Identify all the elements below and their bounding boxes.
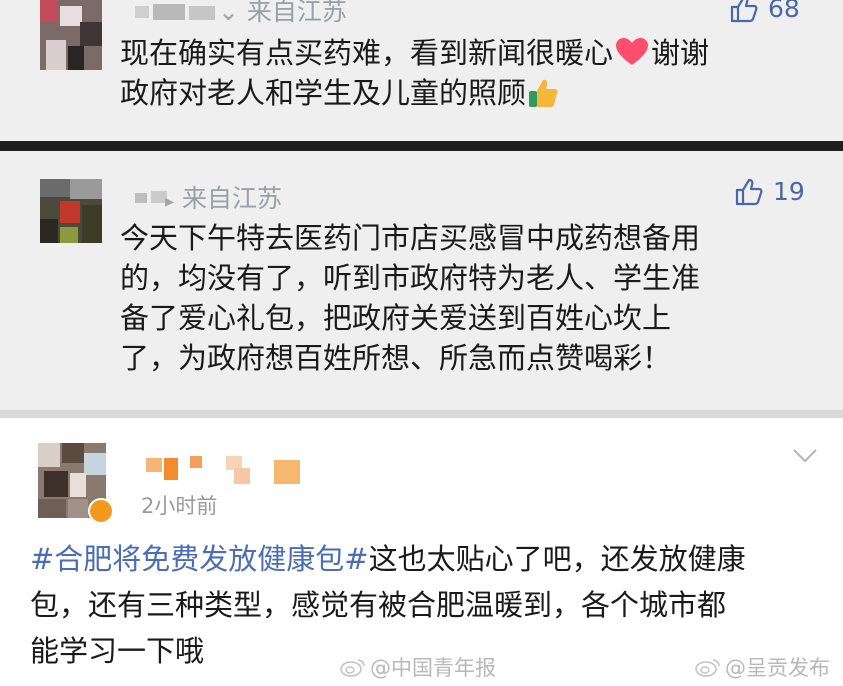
weibo-logo-icon (695, 659, 720, 677)
location-text: 来自江苏 (182, 184, 283, 213)
location-meta: ⌄ 来自江苏 (218, 0, 347, 28)
comment-card-1: ⌄ 来自江苏 68 现在确实有点买药难，看到新闻很暖心 谢谢 政府对老人和学生及儿… (0, 0, 843, 141)
thumbs-up-icon (735, 178, 763, 205)
comment-card-3: 2小时前 #合肥将免费发放健康包#这也太贴心了吧，还发放健康 包，还有三种类型，… (0, 418, 843, 686)
hashtag-link[interactable]: #合肥将免费发放健康包# (30, 542, 369, 576)
like-count: 68 (768, 0, 800, 23)
comment-line: 的，均没有了，听到市政府特为老人、学生准 (120, 261, 701, 295)
location-pin-icon: ⌄ (218, 0, 239, 26)
comment-text: 现在确实有点买药难，看到新闻很暖心 谢谢 政府对老人和学生及儿童的照顾 (120, 33, 709, 113)
watermark: @呈贡发布 (695, 652, 830, 682)
chevron-down-icon[interactable] (792, 448, 818, 464)
comment-line: 谢谢 (651, 36, 710, 70)
comment-line: 包，还有三种类型，感觉有被合肥温暖到，各个城市都 (30, 588, 727, 622)
thumbs-up-emoji-icon (529, 79, 558, 107)
comment-card-2: ▸ 来自江苏 19 今天下午特去医药门市店买感冒中成药想备用 的，均没有了，听到… (0, 151, 843, 410)
avatar[interactable] (40, 179, 102, 243)
location-meta: ▸ 来自江苏 (165, 179, 282, 215)
post-time: 2小时前 (141, 494, 218, 518)
heart-emoji-icon (616, 38, 649, 65)
username[interactable] (146, 456, 306, 486)
avatar[interactable] (40, 0, 102, 70)
like-button[interactable]: 19 (735, 177, 805, 206)
comment-line: 了，为政府想百姓所想、所急而点赞喝彩！ (120, 341, 672, 375)
watermark-text: @中国青年报 (370, 656, 496, 680)
comment-line: 备了爱心礼包，把政府关爱送到百姓心坎上 (120, 301, 672, 335)
like-button[interactable]: 68 (730, 0, 800, 23)
watermark-text: @呈贡发布 (725, 656, 830, 680)
comment-line: 今天下午特去医药门市店买感冒中成药想备用 (120, 221, 701, 255)
verified-badge-icon (88, 498, 114, 524)
comment-line: 现在确实有点买药难，看到新闻很暖心 (120, 36, 614, 70)
divider (0, 410, 843, 418)
location-pin-icon: ▸ (165, 191, 175, 212)
divider (0, 141, 843, 151)
comment-line: 这也太贴心了吧，还发放健康 (368, 542, 746, 576)
location-text: 来自江苏 (246, 0, 347, 26)
like-count: 19 (773, 177, 805, 206)
comment-line: 政府对老人和学生及儿童的照顾 (120, 76, 527, 110)
username[interactable] (135, 4, 220, 22)
watermark: @中国青年报 (340, 652, 496, 682)
thumbs-up-icon (730, 0, 758, 22)
comment-text: 今天下午特去医药门市店买感冒中成药想备用 的，均没有了，听到市政府特为老人、学生… (120, 218, 700, 378)
weibo-logo-icon (340, 659, 365, 677)
